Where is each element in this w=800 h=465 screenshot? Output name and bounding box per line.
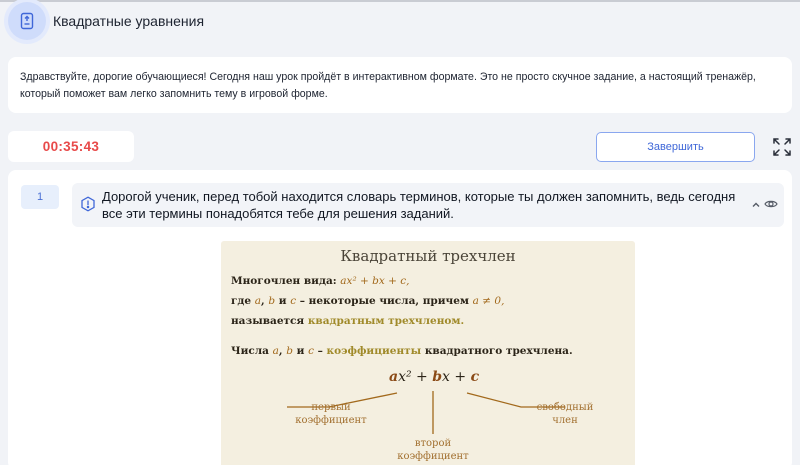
label-free-line2: член (552, 415, 578, 426)
line4-term: коэффициенты (326, 345, 422, 357)
line3-term: квадратным трехчленом. (307, 315, 465, 327)
fullscreen-icon[interactable] (772, 137, 792, 157)
line2-condition: a ≠ 0, (472, 295, 505, 307)
line4-text: Числа (231, 345, 273, 357)
line2-text: где (231, 295, 255, 307)
eye-icon[interactable] (764, 197, 778, 211)
line4-and: и (292, 345, 309, 357)
line1-text: Многочлен вида: (231, 275, 341, 287)
info-hexagon-icon (80, 196, 96, 212)
formula-plus-1: + (411, 369, 433, 385)
label-first-line2: коэффициент (295, 415, 367, 426)
line1-formula: ax² + bx + c, (340, 275, 410, 287)
definition-card: Квадратный трехчлен Многочлен вида: ax² … (221, 241, 635, 465)
question-panel: 1 Дорогой ученик, перед тобой находится … (8, 170, 792, 465)
header: Квадратные уравнения (0, 2, 800, 46)
label-second-line2: коэффициент (397, 451, 469, 462)
formula-b: b (432, 369, 443, 385)
timer: 00:35:43 (8, 131, 134, 162)
label-free-line1: свободный (536, 402, 594, 413)
formula-x2: x² (398, 369, 412, 385)
line2-and: и (275, 295, 291, 307)
formula-plus-2: + (449, 369, 471, 385)
label-first-line1: первый (311, 402, 351, 413)
formula-x: x (442, 369, 450, 385)
label-first-coefficient: первый коэффициент (281, 401, 381, 427)
line3-text: называется (231, 315, 308, 327)
question-box: Дорогой ученик, перед тобой находится сл… (72, 183, 784, 227)
label-free-term: свободный член (515, 401, 615, 427)
definition-line-2: где a, b и c – некоторые числа, причем a… (231, 295, 504, 307)
definition-line-1: Многочлен вида: ax² + bx + c, (231, 275, 409, 287)
formula-a: a (389, 369, 399, 385)
line4-rest: квадратного трехчлена. (421, 345, 573, 357)
document-icon (8, 2, 46, 40)
line2-rest: – некоторые числа, причем (296, 295, 473, 307)
question-number[interactable]: 1 (21, 185, 59, 209)
definition-line-4: Числа a, b и c – коэффициенты квадратног… (231, 345, 573, 357)
formula: ax² + bx + c (389, 369, 479, 385)
page-title: Квадратные уравнения (53, 13, 205, 29)
finish-button[interactable]: Завершить (596, 132, 755, 162)
intro-text: Здравствуйте, дорогие обучающиеся! Сегод… (20, 71, 756, 100)
line4-b: b (286, 345, 293, 357)
card-title: Квадратный трехчлен (340, 247, 516, 265)
question-text: Дорогой ученик, перед тобой находится сл… (102, 189, 736, 221)
intro-panel: Здравствуйте, дорогие обучающиеся! Сегод… (8, 57, 792, 113)
label-second-coefficient: второй коэффициент (383, 437, 483, 463)
line4-dash: – (313, 345, 327, 357)
formula-c: c (470, 369, 480, 385)
label-second-line1: второй (414, 438, 452, 449)
chevron-up-icon[interactable] (750, 198, 762, 210)
definition-line-3: называется квадратным трехчленом. (231, 315, 464, 327)
